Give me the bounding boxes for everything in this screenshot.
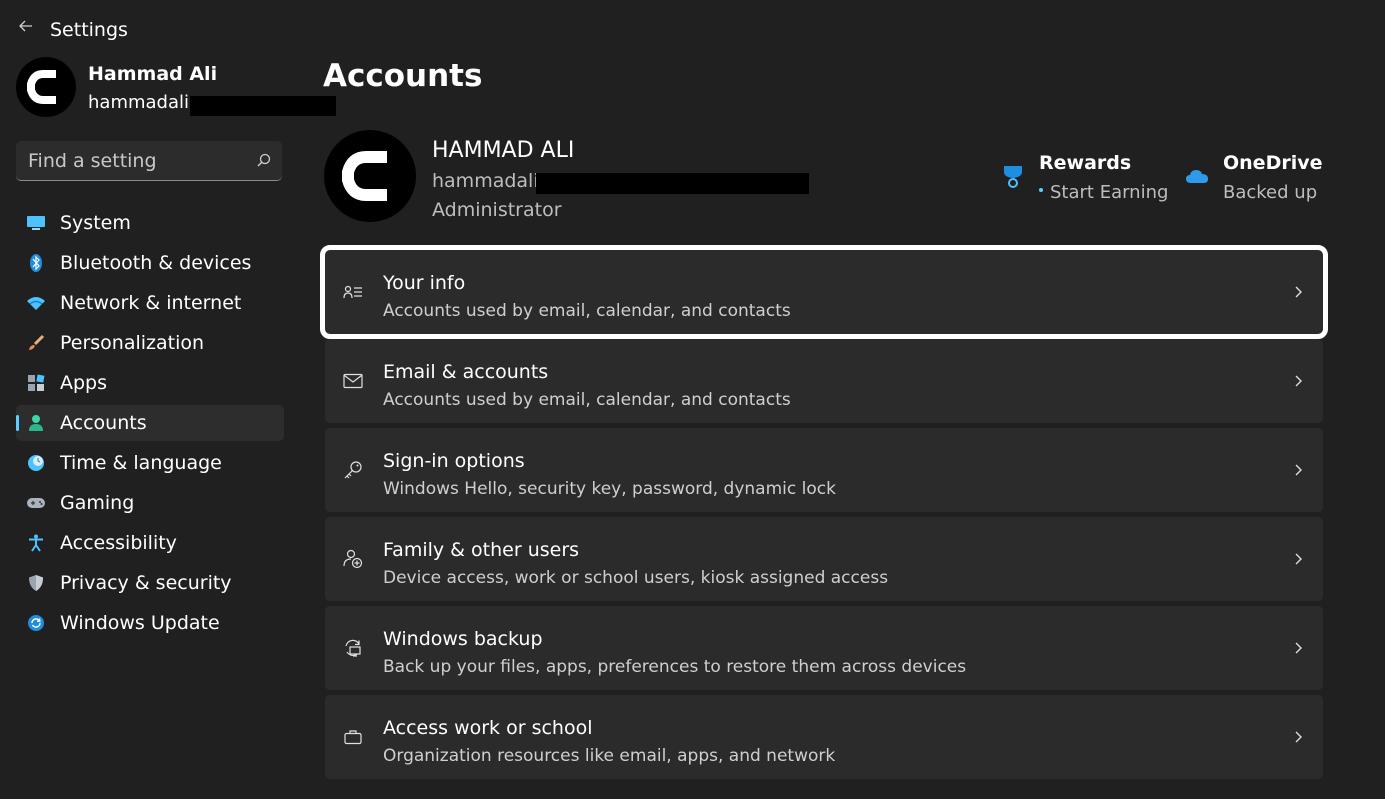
sidebar-item-label: Accessibility: [60, 532, 177, 554]
sidebar-nav: System Bluetooth & devices Network & int…: [16, 205, 284, 645]
card-access-work-school[interactable]: Access work or school Organization resou…: [325, 695, 1323, 779]
card-email-accounts[interactable]: Email & accounts Accounts used by email,…: [325, 339, 1323, 423]
gamepad-icon: [26, 493, 46, 513]
sidebar-item-bluetooth[interactable]: Bluetooth & devices: [16, 245, 284, 281]
bullet-dot-icon: [1039, 188, 1043, 192]
globe-clock-icon: [26, 453, 46, 473]
back-button[interactable]: [14, 14, 38, 38]
email-redaction: [536, 173, 809, 194]
avatar: [16, 57, 76, 117]
card-title: Family & other users: [383, 539, 580, 561]
card-description: Organization resources like email, apps,…: [383, 746, 836, 766]
backup-icon: [343, 638, 363, 658]
sidebar-item-label: Privacy & security: [60, 572, 232, 594]
search-input[interactable]: [26, 141, 250, 181]
chevron-right-icon: [1295, 375, 1302, 387]
sidebar-item-time-language[interactable]: Time & language: [16, 445, 284, 481]
page-title: Accounts: [323, 58, 483, 94]
chevron-right-icon: [1295, 642, 1302, 654]
sidebar-item-system[interactable]: System: [16, 205, 284, 241]
sidebar-item-privacy-security[interactable]: Privacy & security: [16, 565, 284, 601]
chevron-right-icon: [1295, 553, 1302, 565]
cloud-icon: [1186, 170, 1208, 183]
onedrive-title: OneDrive: [1223, 152, 1323, 174]
shield-icon: [26, 573, 46, 593]
person-icon: [26, 413, 46, 433]
briefcase-icon: [343, 727, 363, 747]
card-description: Accounts used by email, calendar, and co…: [383, 390, 791, 410]
card-sign-in-options[interactable]: Sign-in options Windows Hello, security …: [325, 428, 1323, 512]
sidebar-item-network[interactable]: Network & internet: [16, 285, 284, 321]
refresh-icon: [26, 613, 46, 633]
wifi-icon: [26, 293, 46, 313]
account-header: HAMMAD ALI hammadali Administrator: [324, 130, 1324, 230]
card-windows-backup[interactable]: Windows backup Back up your files, apps,…: [325, 606, 1323, 690]
accessibility-icon: [26, 533, 46, 553]
card-title: Your info: [383, 272, 466, 294]
logo-c-icon: [342, 151, 387, 201]
search-icon[interactable]: [256, 152, 272, 168]
chevron-right-icon: [1295, 464, 1302, 476]
selection-indicator: [16, 415, 19, 431]
monitor-icon: [26, 213, 46, 233]
sidebar-item-label: Network & internet: [60, 292, 242, 314]
sidebar-profile[interactable]: Hammad Ali hammadali: [16, 57, 336, 119]
rewards-subtitle: Start Earning: [1039, 182, 1168, 203]
account-role: Administrator: [432, 199, 562, 221]
brush-icon: [26, 333, 46, 353]
card-title: Sign-in options: [383, 450, 525, 472]
sidebar-item-label: Apps: [60, 372, 108, 394]
account-email: hammadali: [432, 170, 539, 192]
card-description: Device access, work or school users, kio…: [383, 568, 889, 588]
search-box[interactable]: [16, 141, 282, 181]
back-arrow-icon: [19, 20, 32, 32]
card-description: Back up your files, apps, preferences to…: [383, 657, 967, 677]
add-person-icon: [343, 549, 363, 569]
profile-email: hammadali: [88, 92, 189, 113]
card-your-info[interactable]: Your info Accounts used by email, calend…: [320, 245, 1328, 339]
sidebar-item-windows-update[interactable]: Windows Update: [16, 605, 284, 641]
sidebar-item-accounts[interactable]: Accounts: [16, 405, 284, 441]
card-description: Accounts used by email, calendar, and co…: [383, 301, 791, 321]
rewards-trophy-icon: [1004, 166, 1022, 188]
card-title: Access work or school: [383, 717, 593, 739]
onedrive-status: Backed up: [1223, 182, 1318, 203]
onedrive-link[interactable]: OneDrive Backed up: [1185, 151, 1335, 211]
sidebar-item-label: Accounts: [60, 412, 147, 434]
contact-card-icon: [343, 282, 363, 302]
account-avatar[interactable]: [324, 130, 416, 222]
sidebar-item-label: Personalization: [60, 332, 205, 354]
email-redaction: [190, 96, 336, 116]
card-title: Windows backup: [383, 628, 543, 650]
app-title: Settings: [50, 19, 128, 41]
profile-name: Hammad Ali: [88, 63, 218, 85]
card-description: Windows Hello, security key, password, d…: [383, 479, 836, 499]
sidebar-item-label: Gaming: [60, 492, 135, 514]
card-family-other-users[interactable]: Family & other users Device access, work…: [325, 517, 1323, 601]
logo-c-icon: [27, 70, 56, 104]
sidebar-item-accessibility[interactable]: Accessibility: [16, 525, 284, 561]
chevron-right-icon: [1295, 286, 1302, 298]
sidebar-item-label: Bluetooth & devices: [60, 252, 252, 274]
apps-icon: [26, 373, 46, 393]
account-name: HAMMAD ALI: [432, 138, 575, 163]
sidebar-item-label: System: [60, 212, 131, 234]
mail-icon: [343, 371, 363, 391]
sidebar-item-apps[interactable]: Apps: [16, 365, 284, 401]
sidebar-item-label: Time & language: [60, 452, 222, 474]
rewards-link[interactable]: Rewards Start Earning: [1000, 151, 1170, 211]
sidebar-item-label: Windows Update: [60, 612, 220, 634]
key-icon: [343, 460, 363, 480]
sidebar-item-gaming[interactable]: Gaming: [16, 485, 284, 521]
rewards-title: Rewards: [1039, 152, 1132, 174]
bluetooth-icon: [26, 253, 46, 273]
card-title: Email & accounts: [383, 361, 549, 383]
chevron-right-icon: [1295, 731, 1302, 743]
settings-cards: Your info Accounts used by email, calend…: [320, 245, 1328, 784]
sidebar-item-personalization[interactable]: Personalization: [16, 325, 284, 361]
rewards-subtitle-text: Start Earning: [1050, 182, 1169, 203]
title-bar: Settings: [0, 0, 1385, 56]
